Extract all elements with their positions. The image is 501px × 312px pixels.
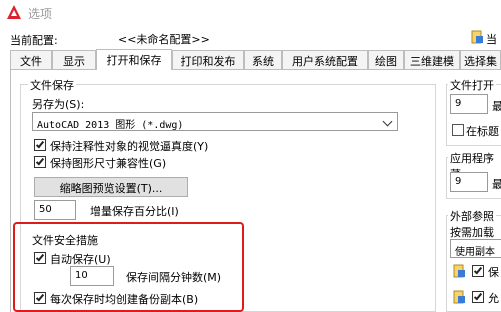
recent-files-label: 最 <box>492 100 501 113</box>
current-drawing-label: 当 <box>486 33 497 46</box>
tab-system[interactable]: 系统 <box>244 50 282 69</box>
tab-bar: 文件 显示 打开和保存 打印和发布 系统 用户系统配置 绘图 三维建模 选择集 <box>10 49 501 70</box>
autocad-a-icon <box>7 5 21 19</box>
xref-retain-label: 保 <box>488 266 499 279</box>
save-as-value: AutoCAD 2013 图形 (*.dwg) <box>37 120 184 131</box>
recent-files-input[interactable]: 9 <box>450 94 488 114</box>
incremental-save-input[interactable]: 50 <box>34 200 76 220</box>
checkmark-icon <box>473 291 483 301</box>
drawing-file-icon <box>453 264 465 278</box>
checkmark-icon <box>473 265 483 275</box>
drawing-file-icon <box>471 30 483 44</box>
xref-allow-label: 允 <box>488 292 499 305</box>
size-compat-label: 保持图形尺寸兼容性(G) <box>50 157 167 170</box>
xref-retain-checkbox[interactable] <box>472 265 484 277</box>
highlight-annotation-box <box>13 222 244 312</box>
tab-user-preferences[interactable]: 用户系统配置 <box>282 50 368 69</box>
tab-selection[interactable]: 选择集 <box>460 50 501 69</box>
chevron-down-icon <box>382 116 393 127</box>
size-compat-checkbox[interactable] <box>34 156 46 168</box>
xref-load-dropdown[interactable]: 使用副本 <box>450 239 501 258</box>
thumbnail-settings-button[interactable]: 缩略图预览设置(T)... <box>34 177 188 197</box>
file-open-title: 文件打开 <box>448 77 496 93</box>
current-config-label: 当前配置: <box>10 34 58 47</box>
tab-drafting[interactable]: 绘图 <box>368 50 404 69</box>
checkmark-icon <box>35 139 45 149</box>
incremental-save-label: 增量保存百分比(I) <box>90 205 179 218</box>
tab-files[interactable]: 文件 <box>10 50 52 69</box>
title-bar-path-checkbox[interactable] <box>452 124 464 136</box>
xref-allow-checkbox[interactable] <box>472 291 484 303</box>
drawing-file-icon <box>453 290 465 304</box>
file-save-title: 文件保存 <box>28 77 76 93</box>
app-menu-recent-input[interactable]: 9 <box>450 172 488 192</box>
tab-plot-and-publish[interactable]: 打印和发布 <box>172 50 244 69</box>
tab-open-and-save[interactable]: 打开和保存 <box>96 49 172 70</box>
visual-fidelity-label: 保持注释性对象的视觉逼真度(Y) <box>50 140 209 153</box>
xref-title: 外部参照 <box>448 208 496 224</box>
save-as-dropdown[interactable]: AutoCAD 2013 图形 (*.dwg) <box>32 112 398 131</box>
app-menu-recent-label: 最 <box>492 178 501 191</box>
title-bar: 选项 <box>0 0 501 26</box>
checkmark-icon <box>35 156 45 166</box>
current-config-value: <<未命名配置>> <box>118 33 210 46</box>
xref-load-value: 使用副本 <box>455 247 495 258</box>
title-bar-path-label: 在标题 <box>466 125 499 138</box>
tab-display[interactable]: 显示 <box>52 50 96 69</box>
tab-3d-modeling[interactable]: 三维建模 <box>404 50 460 69</box>
visual-fidelity-checkbox[interactable] <box>34 139 46 151</box>
window-title: 选项 <box>28 7 53 21</box>
save-as-label: 另存为(S): <box>32 98 85 111</box>
